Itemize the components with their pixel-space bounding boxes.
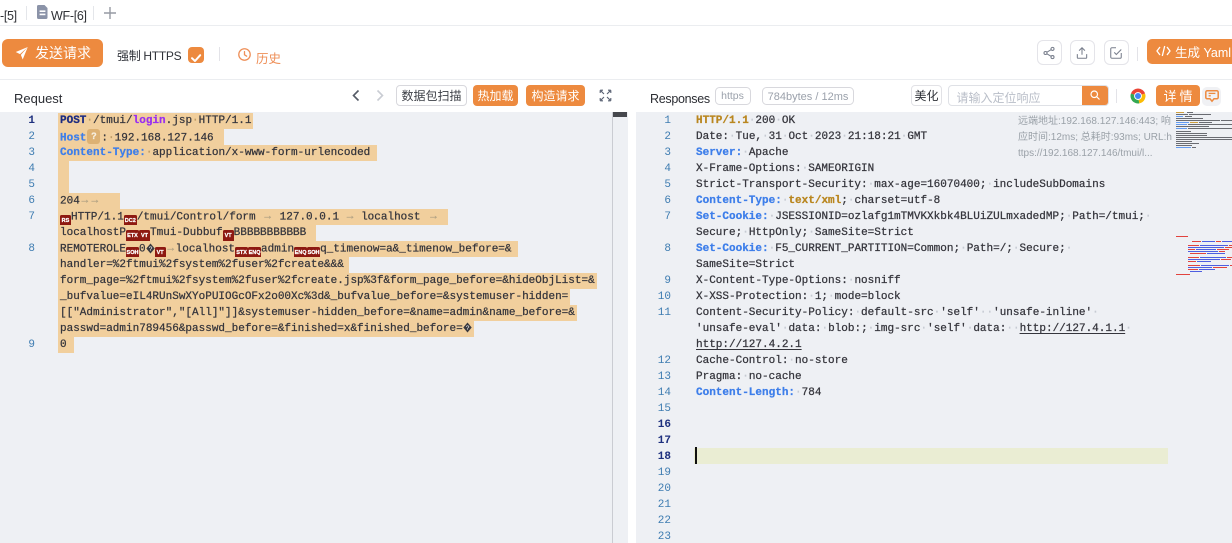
svg-text:?: ? bbox=[148, 245, 152, 252]
svg-text:?: ? bbox=[465, 325, 469, 332]
